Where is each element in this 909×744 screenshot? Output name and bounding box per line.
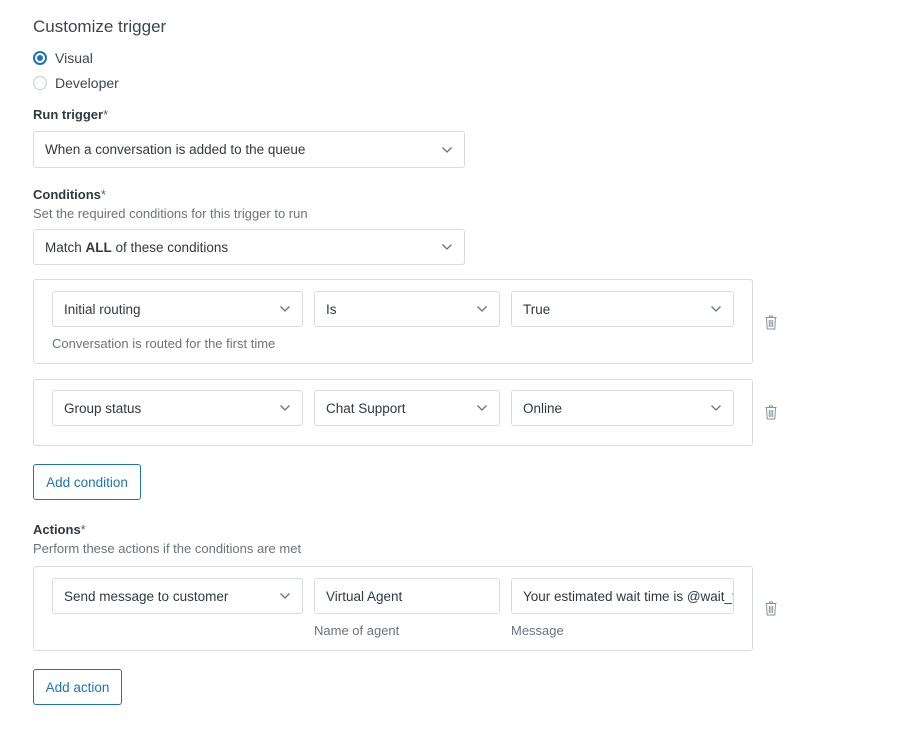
condition-field-value: Group status <box>64 400 142 416</box>
action-type-value: Send message to customer <box>64 588 229 604</box>
chevron-down-icon <box>442 146 452 153</box>
condition-value-select[interactable]: Online <box>511 390 734 426</box>
trash-icon[interactable] <box>765 601 777 616</box>
agent-name-input[interactable]: Virtual Agent <box>314 578 500 614</box>
match-value: Match ALL of these conditions <box>45 239 229 255</box>
chevron-down-icon <box>711 405 721 411</box>
message-caption: Message <box>511 623 564 638</box>
trash-icon[interactable] <box>765 405 777 420</box>
condition-value-value: True <box>523 301 551 317</box>
chevron-down-icon <box>477 306 487 312</box>
condition-description: Conversation is routed for the first tim… <box>52 336 276 351</box>
radio-visual-indicator[interactable] <box>33 51 47 65</box>
required-mark: * <box>103 107 109 122</box>
add-condition-button[interactable]: Add condition <box>33 464 141 500</box>
conditions-label: Conditions* <box>33 187 106 202</box>
actions-label: Actions* <box>33 522 86 537</box>
chevron-down-icon <box>477 405 487 411</box>
agent-name-caption: Name of agent <box>314 623 400 638</box>
chevron-down-icon <box>442 244 452 250</box>
radio-developer-indicator[interactable] <box>33 76 47 90</box>
condition-operator-select[interactable]: Is <box>314 291 500 327</box>
condition-operator-value: Is <box>326 301 337 317</box>
chevron-down-icon <box>711 306 721 312</box>
chevron-down-icon <box>280 593 290 599</box>
message-input[interactable]: Your estimated wait time is @wait_ti <box>511 578 734 614</box>
required-mark: * <box>100 187 106 202</box>
actions-hint: Perform these actions if the conditions … <box>33 541 302 556</box>
chevron-down-icon <box>280 306 290 312</box>
radio-developer-label: Developer <box>55 75 119 91</box>
required-mark: * <box>80 522 86 537</box>
add-action-button[interactable]: Add action <box>33 669 122 705</box>
run-trigger-label: Run trigger* <box>33 107 109 122</box>
trash-icon[interactable] <box>765 315 777 330</box>
page-title: Customize trigger <box>33 17 167 36</box>
condition-value-value: Online <box>523 400 563 416</box>
conditions-hint: Set the required conditions for this tri… <box>33 206 308 221</box>
radio-developer[interactable]: Developer <box>33 73 119 93</box>
condition-field-select[interactable]: Group status <box>52 390 303 426</box>
radio-visual[interactable]: Visual <box>33 48 93 68</box>
condition-field-value: Initial routing <box>64 301 141 317</box>
match-select[interactable]: Match ALL of these conditions <box>33 229 465 265</box>
run-trigger-select[interactable]: When a conversation is added to the queu… <box>33 131 465 168</box>
condition-value-select[interactable]: True <box>511 291 734 327</box>
condition-field-select[interactable]: Initial routing <box>52 291 303 327</box>
chevron-down-icon <box>280 405 290 411</box>
radio-visual-label: Visual <box>55 50 93 66</box>
condition-operator-select[interactable]: Chat Support <box>314 390 500 426</box>
run-trigger-value: When a conversation is added to the queu… <box>45 142 306 157</box>
condition-operator-value: Chat Support <box>326 400 406 416</box>
action-type-select[interactable]: Send message to customer <box>52 578 303 614</box>
